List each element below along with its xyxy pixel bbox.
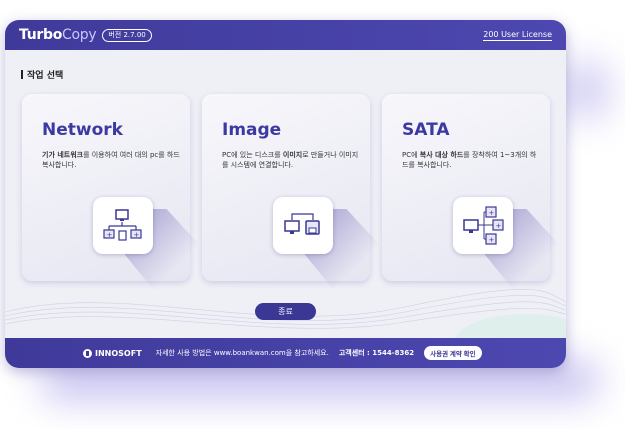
innosoft-logo-icon [83,348,92,358]
section-title: 작업 선택 [21,68,63,81]
close-button[interactable]: 종료 [255,303,316,320]
footer-bar: INNOSOFT 자세한 사용 방법은 www.boankwan.com을 참고… [5,338,566,368]
app-logo: TurboCopy [19,27,97,43]
section-bar [21,70,23,79]
license-label: 200 User License [483,29,552,41]
card-title: SATA [402,120,450,140]
card-image[interactable]: Image PC에 있는 디스크를 이미지로 만들거나 이미지를 시스템에 연결… [202,94,387,289]
brand: INNOSOFT [83,348,142,358]
svg-text:+: + [489,236,495,244]
card-title: Image [222,120,282,140]
card-network[interactable]: Network 기가 네트워크를 이용하여 여러 대의 pc를 하드 복사합니다… [22,94,207,289]
side-glow [560,60,610,120]
computer-to-drives-icon: + + + [453,197,513,254]
svg-text:+: + [134,231,140,239]
version-badge: 버전 2.7.00 [102,28,152,42]
card-description: PC에 복사 대상 하드를 장착하여 1~3개의 하드를 복사합니다. [402,151,537,169]
help-text: 자세한 사용 방법은 www.boankwan.com을 참고하세요. [155,349,329,357]
card-description: PC에 있는 디스크를 이미지로 만들거나 이미지를 시스템에 연결합니다. [222,151,359,169]
license-agreement-button[interactable]: 사용권 계약 확인 [424,346,482,360]
computer-to-disk-icon [273,197,333,254]
network-computers-icon: + + [93,197,153,254]
card-description: 기가 네트워크를 이용하여 여러 대의 pc를 하드 복사합니다. [42,151,180,169]
svg-text:+: + [496,222,502,230]
stage: TurboCopy 버전 2.7.00 200 User License 작업 … [0,0,625,429]
contact-text: 고객센터 : 1544-8362 [338,349,415,357]
card-title: Network [42,120,123,140]
card-sata[interactable]: SATA PC에 복사 대상 하드를 장착하여 1~3개의 하드를 복사합니다.… [382,94,566,289]
svg-text:+: + [489,209,495,217]
title-bar: TurboCopy 버전 2.7.00 200 User License [5,20,566,50]
svg-text:+: + [107,231,113,239]
app-window: TurboCopy 버전 2.7.00 200 User License 작업 … [5,20,566,368]
